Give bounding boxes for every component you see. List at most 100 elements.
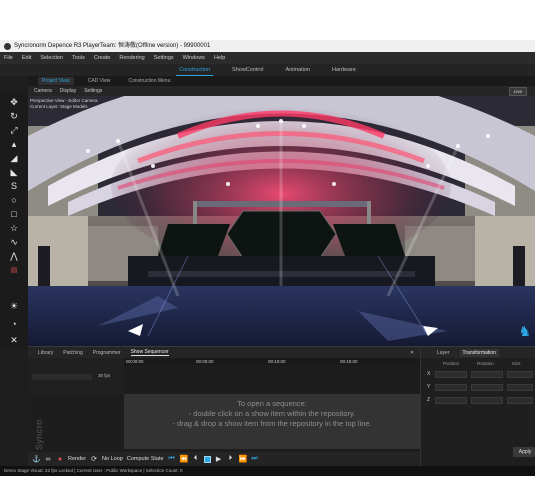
circle-tool-icon[interactable]: ○ xyxy=(7,194,21,206)
step-back-icon[interactable]: ⏴ xyxy=(192,455,200,463)
mode-tab-showcontrol[interactable]: ShowControl xyxy=(229,65,267,75)
view-tabs: Project View CAD View Construction Menu xyxy=(28,76,535,86)
tab-programmer[interactable]: Programmer xyxy=(93,350,121,356)
time-10: 00:10:00 xyxy=(268,359,286,364)
hint-line-3: - drag & drop a show item from the repos… xyxy=(172,419,372,428)
menu-create[interactable]: Create xyxy=(94,55,111,61)
tab-layer[interactable]: Layer xyxy=(437,350,450,356)
rotate-tool-icon[interactable]: ↻ xyxy=(7,110,21,122)
menu-rendering[interactable]: Rendering xyxy=(119,55,144,61)
anchor-icon[interactable]: ⚓ xyxy=(32,455,41,463)
svg-text:Syncro: Syncro xyxy=(34,419,44,450)
step-forward-icon[interactable]: ⏵ xyxy=(227,455,235,463)
axis-y-label: Y xyxy=(427,384,431,390)
live-button[interactable]: Live xyxy=(508,86,527,96)
play-icon[interactable]: ▶ xyxy=(215,455,223,463)
display-menu[interactable]: Display xyxy=(60,88,76,94)
app-logo-icon xyxy=(4,42,11,50)
link-icon[interactable]: ∞ xyxy=(44,456,52,463)
walk-mode-icon[interactable]: ♞ xyxy=(518,323,531,340)
tool-palette: ✥ ↻ ⤢ ▴ ◢ ◣ S ○ □ ☆ ∿ ⋀ ▤ ☀ ◔ ✕ xyxy=(0,90,28,350)
skip-end-icon[interactable]: ⏭ xyxy=(251,455,259,463)
loop-icon[interactable]: ⟳ xyxy=(90,455,98,463)
tab-show-sequencer[interactable]: Show Sequencer xyxy=(130,349,169,356)
transformation-panel: Layer Transformation Position Rotation S… xyxy=(420,346,535,466)
close-panel-icon[interactable]: ✕ xyxy=(410,350,414,356)
menu-selection[interactable]: Selection xyxy=(40,55,63,61)
tab-cad-view[interactable]: CAD View xyxy=(84,77,115,85)
layers-tool-icon[interactable]: ▤ xyxy=(7,264,21,276)
stop-button[interactable] xyxy=(203,455,211,463)
time-0: 00:00:00 xyxy=(126,359,144,364)
compute-state-button[interactable]: Compute State xyxy=(127,456,164,462)
tab-library[interactable]: Library xyxy=(38,350,53,356)
rewind-icon[interactable]: ⏪ xyxy=(180,455,189,463)
star-tool-icon[interactable]: ☆ xyxy=(7,222,21,234)
window-title: Syncronorm Depence R3 PlayerTeam: 恒涛敬(Of… xyxy=(14,43,211,49)
bottom-tabs: Library Patching Programmer Show Sequenc… xyxy=(28,347,420,358)
app-window: Syncronorm Depence R3 PlayerTeam: 恒涛敬(Of… xyxy=(0,40,535,476)
light-tool-icon[interactable]: ▴ xyxy=(7,138,21,150)
path-tool-icon[interactable]: ∿ xyxy=(7,236,21,248)
transform-headers: Position Rotation Size xyxy=(443,361,521,366)
sun-icon[interactable]: ☀ xyxy=(7,300,21,312)
move-tool-icon[interactable]: ✥ xyxy=(7,96,21,108)
square-tool-icon[interactable]: □ xyxy=(7,208,21,220)
size-x-field[interactable] xyxy=(507,371,533,378)
tab-transformation[interactable]: Transformation xyxy=(459,348,499,357)
tab-project-view[interactable]: Project View xyxy=(38,77,74,85)
rotation-x-field[interactable] xyxy=(471,371,503,378)
loop-dropdown[interactable]: No Loop xyxy=(102,456,123,462)
mode-tab-hardware[interactable]: Hardware xyxy=(329,65,359,75)
apply-button[interactable]: Apply xyxy=(513,447,535,457)
rotation-z-field[interactable] xyxy=(471,397,503,404)
axis-z-label: Z xyxy=(427,397,431,403)
time-15: 00:15:00 xyxy=(340,359,358,364)
scale-tool-icon[interactable]: ⤢ xyxy=(7,124,21,136)
size-z-field[interactable] xyxy=(507,397,533,404)
sequence-hint: To open a sequence: - double click on a … xyxy=(124,399,420,429)
mode-tab-animation[interactable]: Animation xyxy=(283,65,313,75)
hint-line-1: To open a sequence: xyxy=(237,399,307,408)
curve-tool-icon[interactable]: S xyxy=(7,180,21,192)
menu-tools[interactable]: Tools xyxy=(72,55,85,61)
gauge-icon[interactable]: ◔ xyxy=(7,318,21,330)
header-position: Position xyxy=(443,361,460,366)
sequencer-slider[interactable] xyxy=(32,374,92,380)
rotation-y-field[interactable] xyxy=(471,384,503,391)
status-bar: Demo Stage Visual: 22 fps Locked | Curre… xyxy=(0,466,535,476)
menu-file[interactable]: File xyxy=(4,55,13,61)
right-tabs: Layer Transformation xyxy=(421,347,535,358)
timeline-ruler[interactable]: 00:00:00 00:05:00 00:10:00 00:15:00 xyxy=(124,358,420,366)
watermark-logo: Syncro xyxy=(34,419,44,450)
position-y-field[interactable] xyxy=(435,384,467,391)
camera-menu[interactable]: Camera xyxy=(34,88,52,94)
axis-x-label: X xyxy=(427,371,431,377)
time-5: 00:05:00 xyxy=(196,359,214,364)
tools-icon[interactable]: ✕ xyxy=(7,334,21,346)
mode-tab-construction[interactable]: Construction xyxy=(176,65,214,76)
viewport-info: Perspective View - Editor Camera Current… xyxy=(30,98,97,109)
menu-settings[interactable]: Settings xyxy=(154,55,174,61)
settings-menu[interactable]: Settings xyxy=(84,88,102,94)
spot-tool-icon[interactable]: ◢ xyxy=(7,152,21,164)
tab-construction-menu[interactable]: Construction Menu xyxy=(124,77,174,85)
header-size: Size xyxy=(511,361,521,366)
wash-tool-icon[interactable]: ◣ xyxy=(7,166,21,178)
render-button[interactable]: Render xyxy=(68,456,86,462)
position-x-field[interactable] xyxy=(435,371,467,378)
title-bar: Syncronorm Depence R3 PlayerTeam: 恒涛敬(Of… xyxy=(0,40,535,52)
position-z-field[interactable] xyxy=(435,397,467,404)
tab-patching[interactable]: Patching xyxy=(63,350,82,356)
record-icon[interactable]: ● xyxy=(56,456,64,463)
fast-forward-icon[interactable]: ⏩ xyxy=(239,455,248,463)
viewport-toolbar: Camera Display Settings Live xyxy=(28,86,535,96)
sweep-tool-icon[interactable]: ⋀ xyxy=(7,250,21,262)
menu-edit[interactable]: Edit xyxy=(22,55,31,61)
hint-line-2: - double click on a show item within the… xyxy=(188,409,356,418)
menu-windows[interactable]: Windows xyxy=(183,55,205,61)
size-y-field[interactable] xyxy=(507,384,533,391)
3d-viewport[interactable]: Perspective View - Editor Camera Current… xyxy=(28,96,535,346)
menu-help[interactable]: Help xyxy=(214,55,225,61)
skip-start-icon[interactable]: ⏮ xyxy=(168,455,176,463)
